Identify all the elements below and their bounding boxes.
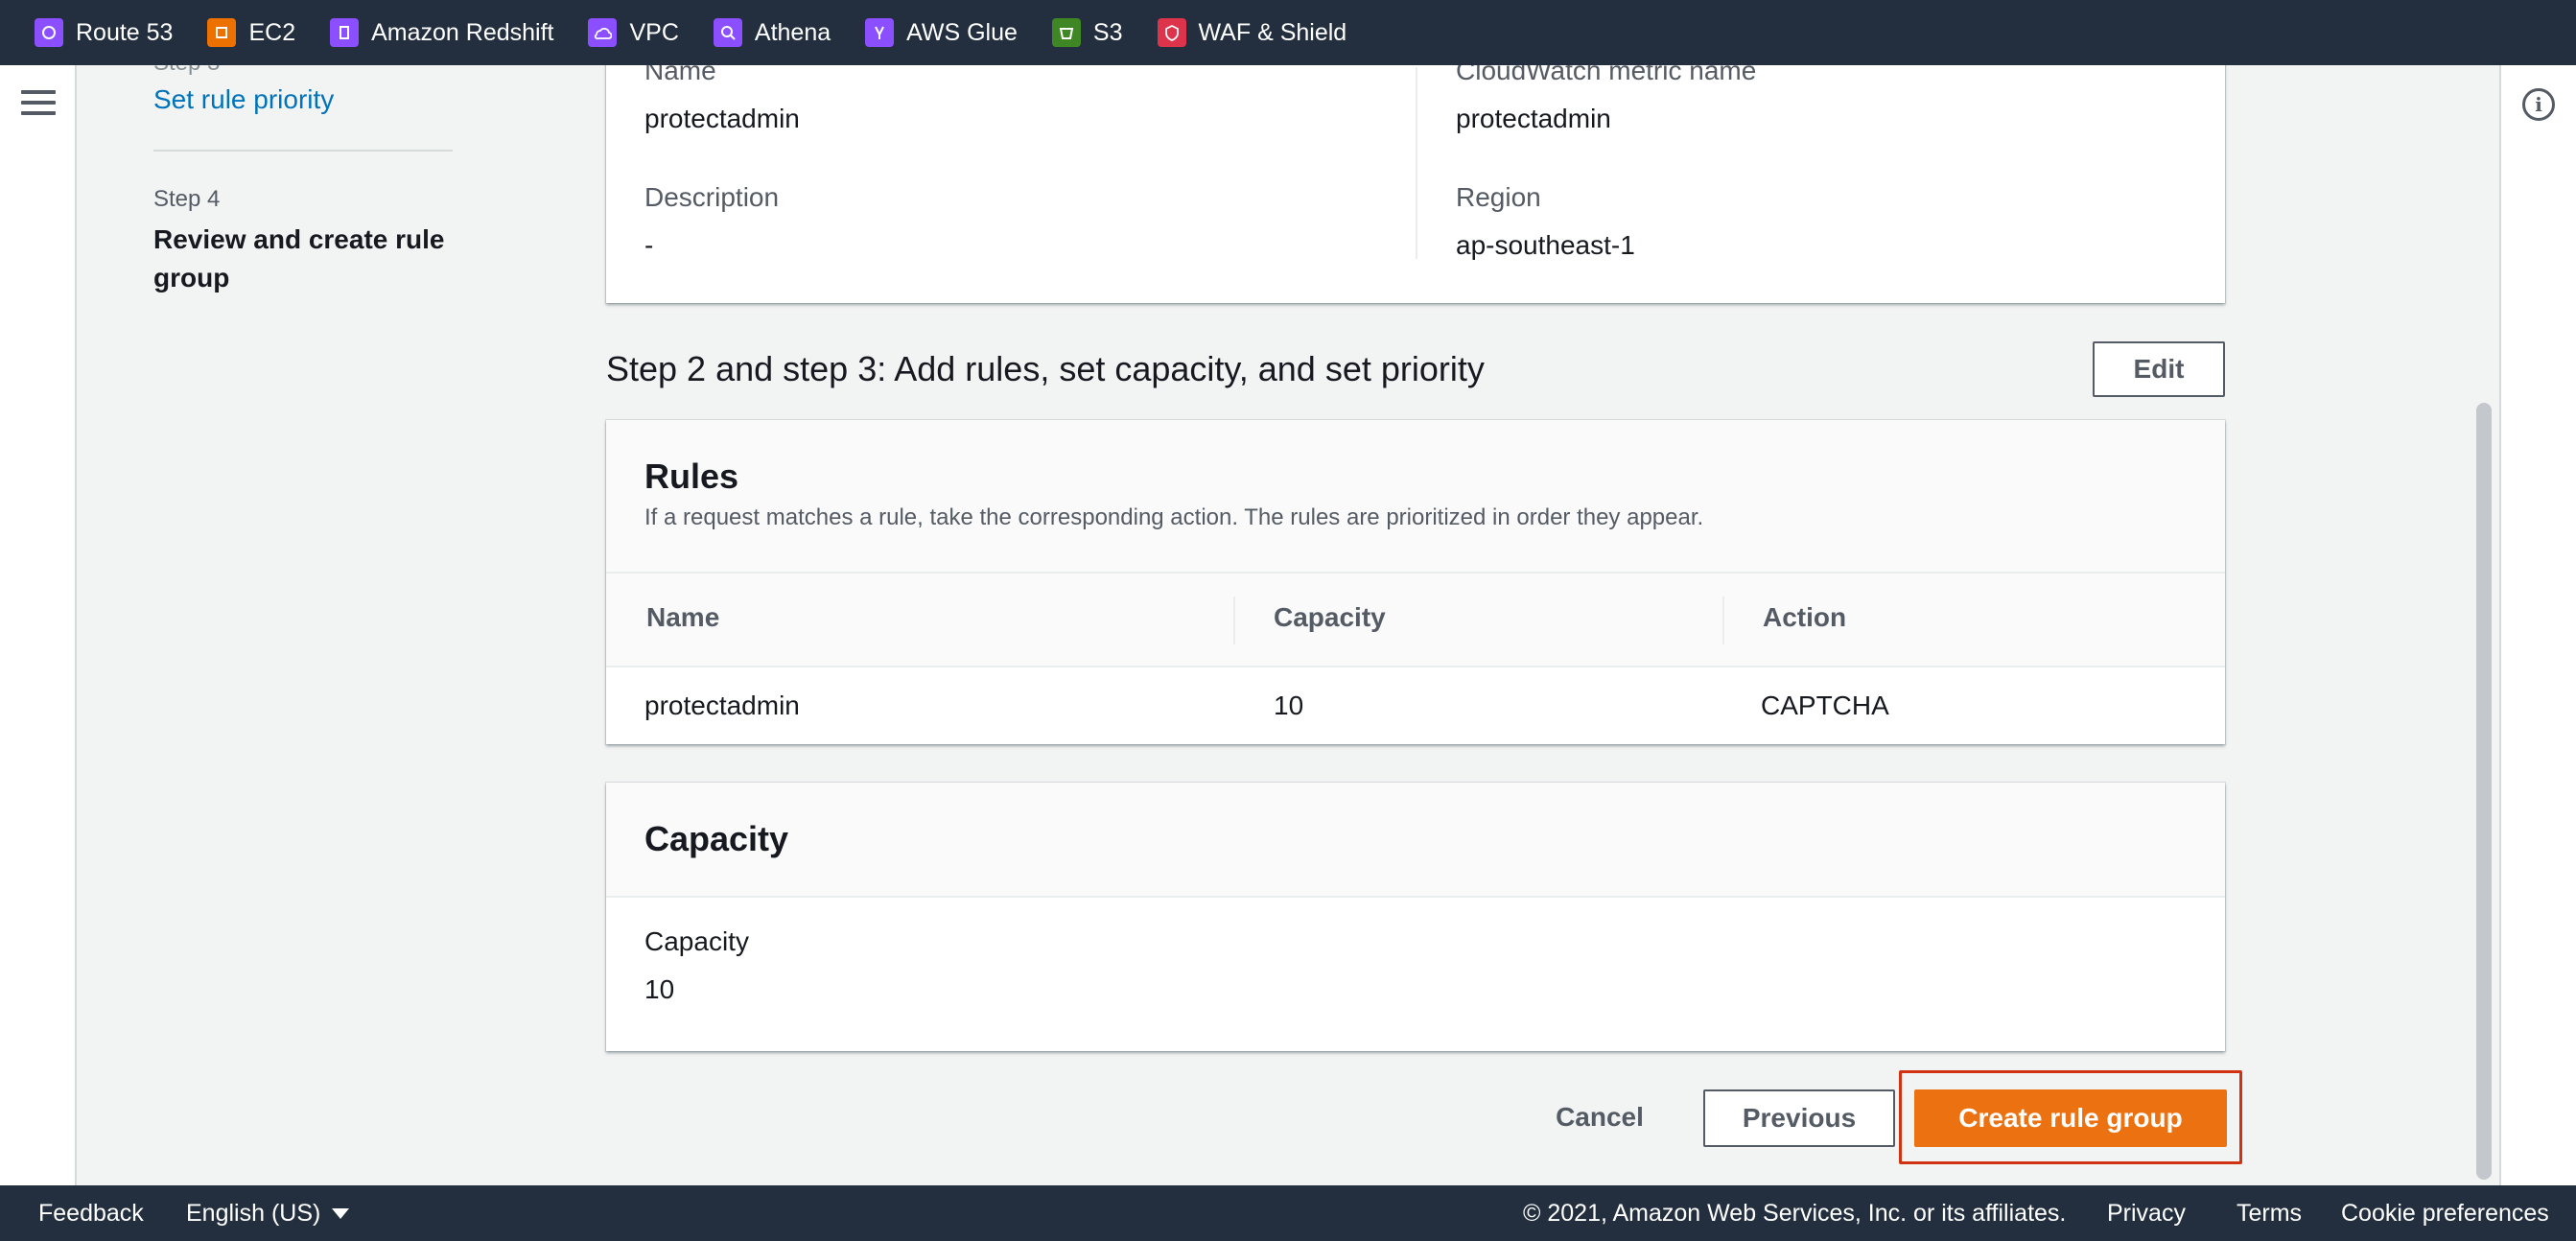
column-separator [1233, 597, 1235, 644]
wizard-step-4: Step 4 Review and create rule group [153, 186, 470, 297]
favorite-athena[interactable]: Athena [713, 18, 831, 47]
favorite-route53[interactable]: Route 53 [35, 18, 173, 47]
language-selector[interactable]: English (US) [186, 1199, 350, 1228]
rules-panel-header: Rules If a request matches a rule, take … [606, 420, 2225, 574]
table-row: protectadmin 10 CAPTCHA [606, 667, 2225, 744]
favorite-waf[interactable]: WAF & Shield [1157, 18, 1347, 47]
rule-group-details-panel: Name protectadmin Description - CloudWat… [606, 38, 2225, 303]
favorite-s3[interactable]: S3 [1051, 18, 1123, 47]
rules-table-header: Name Capacity Action [606, 574, 2225, 667]
description-label: Description [644, 182, 780, 212]
rules-panel: Rules If a request matches a rule, take … [606, 420, 2225, 744]
section-heading: Step 2 and step 3: Add rules, set capaci… [606, 349, 1485, 388]
route53-icon [35, 18, 63, 47]
region-label: Region [1456, 182, 1541, 212]
rules-description: If a request matches a rule, take the co… [644, 504, 1704, 530]
help-panel-rail: i [2499, 65, 2576, 1185]
favorite-vpc[interactable]: VPC [588, 18, 679, 47]
capacity-value: 10 [644, 974, 675, 1004]
capacity-panel-header: Capacity [606, 783, 2225, 898]
column-header-capacity: Capacity [1274, 602, 1386, 632]
favorite-label: WAF & Shield [1198, 18, 1347, 46]
caret-down-icon [332, 1207, 350, 1219]
cancel-button[interactable]: Cancel [1542, 1088, 1657, 1147]
wizard-divider [153, 150, 453, 152]
rule-action-cell: CAPTCHA [1761, 691, 1889, 720]
favorite-ec2[interactable]: EC2 [207, 18, 295, 47]
favorite-label: EC2 [248, 18, 296, 46]
glue-icon [865, 18, 895, 47]
cloudwatch-metric-value: protectadmin [1456, 104, 1611, 133]
privacy-link[interactable]: Privacy [2107, 1200, 2186, 1228]
column-header-name: Name [646, 602, 720, 632]
favorite-label: Amazon Redshift [371, 18, 554, 46]
favorite-label: S3 [1092, 18, 1123, 46]
edit-button[interactable]: Edit [2093, 341, 2225, 397]
capacity-label: Capacity [644, 926, 749, 956]
capacity-title: Capacity [644, 819, 789, 858]
cookie-preferences-link[interactable]: Cookie preferences [2341, 1200, 2549, 1228]
favorite-label: Route 53 [76, 18, 174, 46]
previous-button[interactable]: Previous [1703, 1089, 1895, 1147]
info-icon[interactable]: i [2522, 88, 2555, 121]
s3-icon [1051, 18, 1081, 47]
step-number: Step 4 [153, 186, 221, 212]
ec2-icon [207, 18, 237, 47]
rule-capacity-cell: 10 [1274, 691, 1304, 720]
vpc-icon [588, 18, 618, 47]
column-separator [1722, 597, 1724, 644]
menu-icon[interactable] [21, 90, 56, 119]
favorite-label: Athena [754, 18, 831, 46]
step-3-link[interactable]: Set rule priority [153, 84, 334, 115]
column-divider [1416, 67, 1417, 259]
side-navigation-rail [0, 65, 77, 1185]
redshift-icon [330, 18, 360, 47]
current-step-title: Review and create rule group [153, 224, 445, 293]
create-rule-group-button[interactable]: Create rule group [1914, 1089, 2227, 1147]
terms-link[interactable]: Terms [2236, 1200, 2302, 1228]
region-value: ap-southeast-1 [1456, 230, 1635, 260]
scrollbar-thumb[interactable] [2476, 403, 2492, 1180]
name-value: protectadmin [644, 104, 800, 133]
description-value: - [644, 230, 654, 260]
copyright-text: © 2021, Amazon Web Services, Inc. or its… [1523, 1199, 2067, 1227]
favorite-label: AWS Glue [906, 18, 1018, 46]
favorite-glue[interactable]: AWS Glue [865, 18, 1018, 47]
favorite-label: VPC [629, 18, 679, 46]
feedback-link[interactable]: Feedback [38, 1200, 144, 1228]
column-header-action: Action [1763, 602, 1847, 632]
capacity-panel: Capacity Capacity 10 [606, 783, 2225, 1051]
services-favorites-bar: Route 53 EC2 Amazon Redshift VPC Athena … [0, 0, 2576, 65]
favorite-redshift[interactable]: Amazon Redshift [330, 18, 553, 47]
language-label: English (US) [186, 1199, 321, 1227]
console-footer: Feedback English (US) © 2021, Amazon Web… [0, 1185, 2576, 1241]
rules-title: Rules [644, 457, 739, 496]
waf-icon [1157, 18, 1186, 47]
rule-name-cell: protectadmin [644, 691, 800, 720]
athena-icon [713, 18, 742, 47]
